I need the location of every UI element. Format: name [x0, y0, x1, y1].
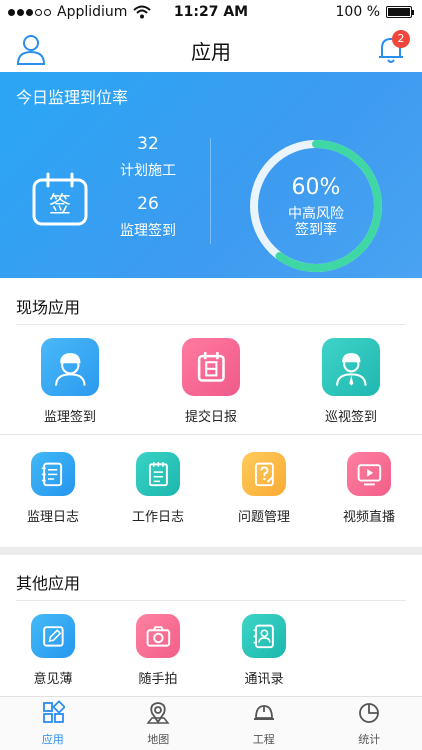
section-gap — [0, 547, 422, 555]
pie-chart-icon — [357, 700, 381, 728]
battery-icon — [386, 6, 414, 18]
planned-count: 32 — [137, 134, 159, 154]
site-row2-app-0[interactable]: 监理日志 — [3, 452, 103, 525]
site-row1-app-label: 巡视签到 — [324, 410, 377, 425]
site-row1-app-0[interactable]: 监理签到 — [20, 338, 120, 425]
notification-badge: 2 — [392, 30, 410, 48]
tab-1[interactable]: 地图 — [106, 697, 212, 750]
battery-percent: 100 % — [335, 4, 380, 20]
site-apps-title: 现场应用 — [16, 298, 81, 317]
site-row2-app-3[interactable]: 视频直播 — [319, 452, 419, 525]
ring-content: 60% 中高风险 签到率 — [248, 138, 384, 274]
map-pin-icon — [146, 700, 170, 728]
site-row1-app-label: 监理签到 — [43, 410, 96, 425]
contacts-icon[interactable] — [242, 614, 286, 658]
site-row1-app-label: 提交日报 — [184, 410, 237, 425]
banner-title: 今日监理到位率 — [16, 88, 129, 107]
status-bar: Applidium 11:27 AM 100 % — [0, 0, 422, 26]
other-app-1[interactable]: 随手拍 — [108, 614, 208, 687]
signed-stat: 26 监理签到 — [108, 194, 188, 240]
hardhat-icon — [252, 700, 276, 728]
site-row2-app-1[interactable]: 工作日志 — [108, 452, 208, 525]
other-app-2[interactable]: 通讯录 — [214, 614, 314, 687]
planned-label: 计划施工 — [120, 163, 176, 179]
banner-divider — [210, 138, 211, 244]
other-app-label: 通讯录 — [244, 672, 284, 687]
daily-calendar-icon[interactable] — [182, 338, 240, 396]
page-title: 应用 — [191, 40, 231, 64]
ring-label-line1: 中高风险 — [288, 205, 344, 222]
ring-label-line2: 签到率 — [295, 221, 337, 238]
bottom-tab-bar: 应用 地图 工程 统计 — [0, 696, 422, 750]
tab-label: 应用 — [41, 733, 64, 746]
nav-bar: 应用 2 — [0, 26, 422, 72]
video-icon[interactable] — [347, 452, 391, 496]
sign-in-calendar-icon: 签 — [32, 172, 88, 226]
apps-grid-icon — [41, 700, 66, 728]
site-row1-app-2[interactable]: 巡视签到 — [301, 338, 401, 425]
site-row2-app-label: 问题管理 — [237, 510, 290, 525]
row-divider — [0, 434, 422, 435]
attendance-banner[interactable]: 今日监理到位率 签 32 计划施工 26 监理签到 60% 中高风险 签到率 — [0, 72, 422, 278]
question-icon[interactable] — [242, 452, 286, 496]
tab-label: 工程 — [252, 733, 275, 746]
tab-0[interactable]: 应用 — [0, 697, 106, 750]
section-divider — [16, 600, 406, 601]
other-app-0[interactable]: 意见薄 — [3, 614, 103, 687]
other-app-label: 随手拍 — [138, 672, 178, 687]
ring-percent: 60% — [291, 174, 341, 200]
site-row2-app-label: 视频直播 — [342, 510, 395, 525]
worker-helmet-icon[interactable] — [41, 338, 99, 396]
tab-label: 地图 — [147, 733, 170, 746]
site-row2-app-label: 工作日志 — [131, 510, 184, 525]
section-divider — [16, 324, 406, 325]
site-row2-app-2[interactable]: 问题管理 — [214, 452, 314, 525]
log-icon[interactable] — [31, 452, 75, 496]
camera-icon[interactable] — [136, 614, 180, 658]
site-row1-app-1[interactable]: 提交日报 — [161, 338, 261, 425]
signed-label: 监理签到 — [120, 223, 176, 239]
svg-text:签: 签 — [49, 193, 71, 218]
edit-icon[interactable] — [31, 614, 75, 658]
tab-3[interactable]: 统计 — [317, 697, 422, 750]
other-app-label: 意见薄 — [33, 672, 73, 687]
signed-count: 26 — [137, 194, 159, 214]
site-row2-app-label: 监理日志 — [26, 510, 79, 525]
tab-label: 统计 — [358, 733, 381, 746]
inspector-icon[interactable] — [322, 338, 380, 396]
tab-2[interactable]: 工程 — [211, 697, 317, 750]
other-apps-title: 其他应用 — [16, 574, 81, 593]
notebook-icon[interactable] — [136, 452, 180, 496]
planned-stat: 32 计划施工 — [108, 134, 188, 180]
